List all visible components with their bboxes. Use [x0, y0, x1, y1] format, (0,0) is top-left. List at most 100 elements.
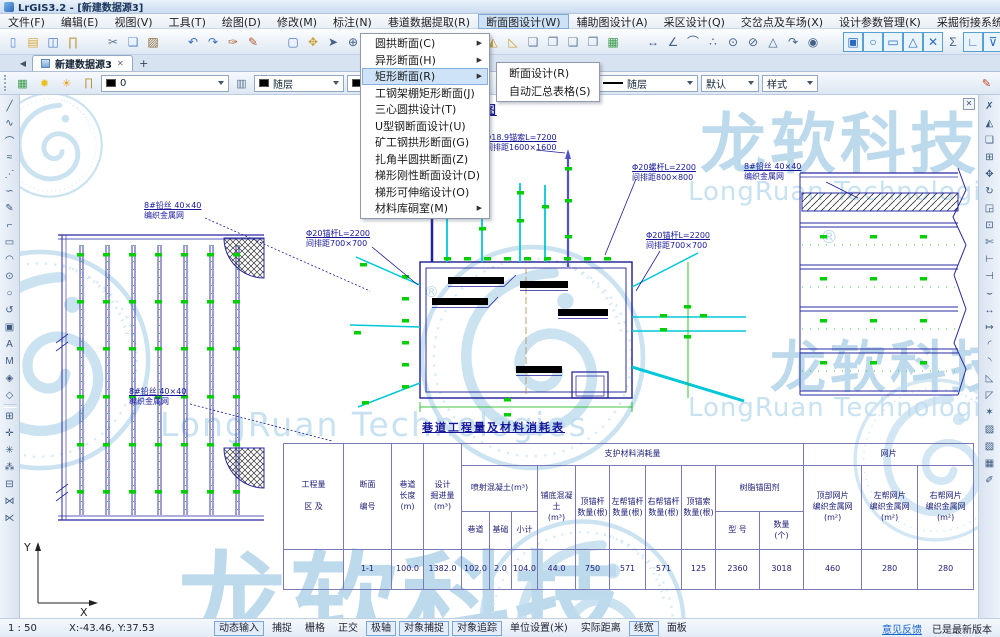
- menu-item-u-steel-section[interactable]: U型钢断面设计(U): [362, 118, 488, 135]
- lock-button[interactable]: ∏: [63, 32, 83, 52]
- zoom-window-button[interactable]: ▢: [283, 32, 303, 52]
- snap-toggle[interactable]: 捕捉: [267, 621, 297, 636]
- toggle-rect-button[interactable]: ▭: [883, 32, 903, 52]
- menu-item-steel-frame-rect[interactable]: 工钢架棚矩形断面(J): [362, 85, 488, 102]
- menu-item-mine-steel-arch[interactable]: 矿工钢拱形断面(G): [362, 134, 488, 151]
- lengthen-button[interactable]: ↦: [981, 319, 998, 336]
- boundary-edit-button[interactable]: ▦: [981, 455, 998, 472]
- layer-previous-button[interactable]: ❒: [583, 32, 603, 52]
- layer-freeze-sun-icon[interactable]: ☀: [57, 74, 76, 93]
- regen-button[interactable]: ▦: [603, 32, 623, 52]
- toggle-center-mark-button[interactable]: ▣: [843, 32, 863, 52]
- trim-button[interactable]: ✄: [981, 234, 998, 251]
- color-select-dropdown[interactable]: 随层: [254, 75, 344, 92]
- offset-button[interactable]: ⊡: [981, 217, 998, 234]
- menu-item-material-chamber[interactable]: 材料库硐室(M) ▶: [362, 200, 488, 217]
- draw-circle-button[interactable]: ⊙: [1, 268, 18, 285]
- gradient-button[interactable]: ▧: [981, 438, 998, 455]
- format-brush-button[interactable]: ✎: [977, 74, 996, 93]
- menu-aux-design[interactable]: 辅助图设计(A): [569, 14, 656, 29]
- mirror-button[interactable]: ◭: [981, 115, 998, 132]
- erase-button[interactable]: ✗: [981, 98, 998, 115]
- explode-button[interactable]: ✶: [981, 404, 998, 421]
- chamfer-alt-button[interactable]: ◸: [981, 387, 998, 404]
- document-tab[interactable]: 新建数据源3 ✕: [32, 55, 133, 71]
- paste-button[interactable]: ▨: [143, 32, 163, 52]
- menu-param-mgmt[interactable]: 设计参数管理(K): [831, 14, 929, 29]
- menu-draw[interactable]: 绘图(D): [214, 14, 269, 29]
- menu-edit[interactable]: 编辑(E): [53, 14, 107, 29]
- wipeout-button[interactable]: ⋈: [1, 493, 18, 510]
- menu-view[interactable]: 视图(V): [106, 14, 160, 29]
- menu-item-round-arch-section[interactable]: 圆拱断面(C) ▶: [362, 35, 488, 52]
- layer-select-dropdown[interactable]: 0: [101, 75, 229, 92]
- lineweight-toggle[interactable]: 线宽: [629, 621, 659, 636]
- draw-arc3-button[interactable]: ◠: [1, 251, 18, 268]
- tab-scroll-back-button[interactable]: ◀: [16, 56, 30, 70]
- menu-mining-link[interactable]: 采掘衔接系统(F): [929, 14, 1000, 29]
- draw-segment-button[interactable]: ∽: [1, 183, 18, 200]
- multi-text-button[interactable]: M: [1, 353, 18, 370]
- drawing-canvas[interactable]: 龙软科技 LongRuan Technologies 龙软科技 LongRuan…: [20, 95, 978, 618]
- real-distance-toggle[interactable]: 实际距离: [576, 621, 626, 636]
- hatch-alt-button[interactable]: ◇: [1, 387, 18, 404]
- menu-modify[interactable]: 修改(M): [269, 14, 325, 29]
- ortho-toggle[interactable]: 正交: [333, 621, 363, 636]
- drawing-close-button[interactable]: ✕: [963, 98, 975, 110]
- match-properties-button[interactable]: ✑: [223, 32, 243, 52]
- undo-button[interactable]: ↶: [183, 32, 203, 52]
- menu-item-corner-semi-arch[interactable]: 扎角半圆拱断面(Z): [362, 151, 488, 168]
- pan-button[interactable]: ✥: [303, 32, 323, 52]
- no-print-button[interactable]: ⊘: [743, 32, 763, 52]
- polar-toggle[interactable]: 极轴: [366, 621, 396, 636]
- draw-polyline-button[interactable]: ∿: [1, 115, 18, 132]
- toggle-sigma-button[interactable]: ⊽: [983, 32, 1000, 52]
- new-file-button[interactable]: ▯: [3, 32, 23, 52]
- copy-object-button[interactable]: ❏: [981, 132, 998, 149]
- feedback-link[interactable]: 意见反馈: [882, 621, 922, 636]
- id-point-button[interactable]: ∴: [703, 32, 723, 52]
- redo-button[interactable]: ↷: [203, 32, 223, 52]
- area-button[interactable]: △: [763, 32, 783, 52]
- sketch-button[interactable]: ✎: [243, 32, 263, 52]
- bring-front-button[interactable]: ❏: [523, 32, 543, 52]
- measure-button[interactable]: ✳: [1, 442, 18, 459]
- style-select-dropdown[interactable]: 样式: [762, 75, 818, 92]
- menu-item-rect-section[interactable]: 矩形断面(R) ▶: [362, 68, 488, 85]
- single-text-button[interactable]: A: [1, 336, 18, 353]
- otrack-toggle[interactable]: 对象追踪: [452, 621, 502, 636]
- menu-section-design[interactable]: 断面图设计(W): [478, 14, 568, 29]
- fillet-button[interactable]: ◜: [981, 336, 998, 353]
- multipoint-button[interactable]: ⁂: [1, 459, 18, 476]
- submenu-item-section-design[interactable]: 断面设计(R): [498, 64, 598, 82]
- divide-button[interactable]: ✛: [1, 425, 18, 442]
- chamfer-button[interactable]: ◺: [981, 370, 998, 387]
- draw-arc-button[interactable]: ⌒: [1, 132, 18, 149]
- menu-tools[interactable]: 工具(T): [161, 14, 214, 29]
- toggle-triangle-button[interactable]: △: [903, 32, 923, 52]
- toolbar-drag-handle[interactable]: [4, 75, 8, 91]
- tab-close-icon[interactable]: ✕: [117, 59, 124, 68]
- slope-tool-button[interactable]: ◺: [503, 32, 523, 52]
- unit-setting-button[interactable]: 单位设置(米): [505, 621, 573, 636]
- point-button[interactable]: ⊞: [1, 408, 18, 425]
- freehand-button[interactable]: ✎: [1, 200, 18, 217]
- menu-item-trapezoid-flex[interactable]: 梯形可伸缩设计(O): [362, 184, 488, 201]
- insert-image-button[interactable]: ▣: [1, 319, 18, 336]
- draw-rectangle-button[interactable]: ▭: [1, 234, 18, 251]
- menu-junction-yard[interactable]: 交岔点及车场(X): [733, 14, 831, 29]
- draw-spline-button[interactable]: ≈: [1, 149, 18, 166]
- save-button[interactable]: ◫: [43, 32, 63, 52]
- cut-button[interactable]: ✂: [103, 32, 123, 52]
- sigma-button[interactable]: Σ: [943, 32, 963, 52]
- arc-length-button[interactable]: ⌒: [683, 32, 703, 52]
- open-file-button[interactable]: ▤: [23, 32, 43, 52]
- angle-button[interactable]: ∠: [663, 32, 683, 52]
- menu-dimension[interactable]: 标注(N): [325, 14, 380, 29]
- layer-lock-icon[interactable]: ∏: [79, 74, 98, 93]
- menu-roadway-extract[interactable]: 巷道数据提取(R): [380, 14, 478, 29]
- extend-button[interactable]: ⊢: [981, 251, 998, 268]
- draw-revcloud-button[interactable]: ↺: [1, 302, 18, 319]
- copy-button[interactable]: ❏: [123, 32, 143, 52]
- boundary-button[interactable]: ⋉: [1, 510, 18, 527]
